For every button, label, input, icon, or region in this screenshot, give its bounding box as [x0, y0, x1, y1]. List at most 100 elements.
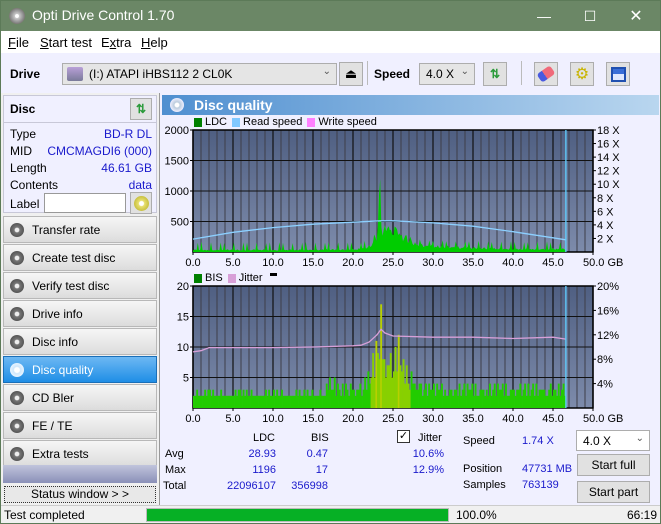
y2-tick-label: 8%	[597, 354, 613, 366]
x-tick-label: 40.0	[502, 413, 523, 425]
label-input[interactable]	[44, 193, 126, 213]
label-disc-button[interactable]	[130, 192, 152, 214]
y2-tick-label: 4 X	[597, 220, 614, 232]
disc-panel: Disc ⇅ Type BD-R DL MID CMCMAGDI6 (000) Le…	[3, 95, 157, 214]
nav-label: Transfer rate	[32, 223, 101, 237]
progress-text: 100.0%	[456, 508, 497, 522]
label-label: Label	[10, 197, 40, 211]
save-icon	[610, 66, 626, 82]
settings-icon: ⚙	[574, 66, 590, 83]
x-tick-label: 50.0 GB	[583, 257, 623, 269]
y2-tick-label: 4%	[597, 379, 613, 391]
contents-value: data	[128, 178, 152, 192]
position-value: 47731 MB	[522, 463, 573, 475]
x-tick-label: 20.0	[342, 413, 363, 425]
samples-value: 763139	[522, 479, 559, 491]
x-tick-label: 45.0	[542, 413, 563, 425]
minimize-icon[interactable]: —	[521, 1, 567, 31]
x-tick-label: 0.0	[185, 257, 200, 269]
disc-nav-icon	[10, 307, 24, 321]
start-full-button[interactable]: Start full	[577, 454, 650, 476]
y2-tick-label: 20%	[597, 281, 619, 293]
menu-extra[interactable]: Extra	[101, 35, 131, 50]
menu-start-test[interactable]: Start test	[40, 35, 92, 50]
disc-nav-icon	[10, 419, 24, 433]
chevron-down-icon: ⌄	[635, 433, 644, 444]
y2-tick-label: 14 X	[597, 152, 620, 164]
maximize-icon[interactable]: ☐	[567, 1, 613, 31]
nav-disc-quality[interactable]: Disc quality	[3, 356, 157, 383]
menu-bar: File Start test Extra Help	[1, 31, 660, 53]
eject-button[interactable]: ⏏	[339, 62, 363, 86]
x-tick-label: 40.0	[502, 257, 523, 269]
progress-bar	[146, 508, 449, 522]
x-tick-label: 30.0	[422, 413, 443, 425]
nav-label: Disc info	[32, 335, 79, 349]
window-title: Opti Drive Control 1.70	[32, 7, 175, 23]
col-ldc: LDC	[253, 432, 276, 444]
y-tick-label: 1500	[165, 156, 189, 168]
disc-mid-row: MID CMCMAGDI6 (000)	[10, 144, 152, 160]
x-tick-label: 10.0	[262, 413, 283, 425]
nav-label: FE / TE	[32, 419, 73, 433]
nav-transfer-rate[interactable]: Transfer rate	[3, 216, 157, 243]
disc-refresh-button[interactable]: ⇅	[130, 98, 152, 120]
drive-select[interactable]: (I:) ATAPI iHBS112 2 CL0K ⌄	[62, 63, 337, 85]
y-tick-label: 15	[177, 312, 189, 324]
y2-tick-label: 2 X	[597, 233, 614, 245]
type-label: Type	[10, 127, 37, 141]
ldc-chart: 0.0 5.0 10.0 15.0 20.0 25.0 30.0 35.0 40.0 45.0 50…	[165, 125, 624, 269]
nav-cd-bler[interactable]: CD Bler	[3, 384, 157, 411]
y-tick-label: 1000	[165, 186, 189, 198]
refresh-icon: ⇅	[489, 67, 501, 81]
x-tick-label: 15.0	[302, 257, 323, 269]
y2-tick-label: 18 X	[597, 125, 620, 137]
refresh-button[interactable]: ⇅	[483, 62, 507, 86]
disc-nav-icon	[10, 335, 24, 349]
close-icon[interactable]: ✕	[613, 1, 659, 31]
ldc-avg: 28.93	[248, 448, 276, 460]
nav-label: Drive info	[32, 307, 83, 321]
save-button[interactable]	[606, 62, 630, 86]
elapsed-time: 66:19	[627, 508, 658, 522]
disc-icon	[133, 195, 149, 211]
x-tick-label: 5.0	[225, 413, 240, 425]
disc-nav-icon	[10, 391, 24, 405]
nav-fe-te[interactable]: FE / TE	[3, 412, 157, 439]
disc-nav-icon	[10, 363, 24, 377]
nav-disc-info[interactable]: Disc info	[3, 328, 157, 355]
y2-tick-label: 12 X	[597, 166, 620, 178]
nav-create-test-disc[interactable]: Create test disc	[3, 244, 157, 271]
menu-file[interactable]: File	[8, 35, 29, 50]
settings-button[interactable]: ⚙	[570, 62, 594, 86]
menu-help[interactable]: Help	[141, 35, 168, 50]
status-bar: Test completed 100.0% 66:19	[1, 505, 660, 523]
nav-verify-test-disc[interactable]: Verify test disc	[3, 272, 157, 299]
start-part-button[interactable]: Start part	[577, 481, 650, 503]
x-tick-label: 30.0	[422, 257, 443, 269]
panel-title: Disc quality	[194, 97, 273, 113]
bis-total: 356998	[291, 480, 328, 492]
progress-fill	[147, 509, 448, 521]
speed-select[interactable]: 4.0 X ⌄	[419, 63, 475, 85]
y2-tick-label: 16 X	[597, 139, 620, 151]
nav-extra-tests[interactable]: Extra tests	[3, 440, 157, 467]
y2-tick-label: 12%	[597, 330, 619, 342]
x-tick-label: 20.0	[342, 257, 363, 269]
speed-stat-label: Speed	[463, 435, 495, 447]
status-window-button[interactable]: Status window > >	[4, 486, 156, 503]
bis-max: 17	[315, 464, 328, 476]
ldc-total: 22096107	[227, 480, 276, 492]
erase-button[interactable]	[534, 62, 558, 86]
nav-drive-info[interactable]: Drive info	[3, 300, 157, 327]
y2-tick-label: 16%	[597, 305, 619, 317]
jitter-checkbox[interactable]: ✓	[397, 430, 410, 443]
x-tick-label: 25.0	[382, 257, 403, 269]
test-speed-select[interactable]: 4.0 X ⌄	[576, 430, 650, 451]
title-bar: Opti Drive Control 1.70 — ☐ ✕	[1, 1, 660, 31]
disc-nav-icon	[10, 279, 24, 293]
x-tick-label: 5.0	[225, 257, 240, 269]
panel-header: Disc quality	[162, 95, 659, 115]
jitter-max: 12.9%	[412, 464, 444, 476]
x-tick-label: 10.0	[262, 257, 283, 269]
